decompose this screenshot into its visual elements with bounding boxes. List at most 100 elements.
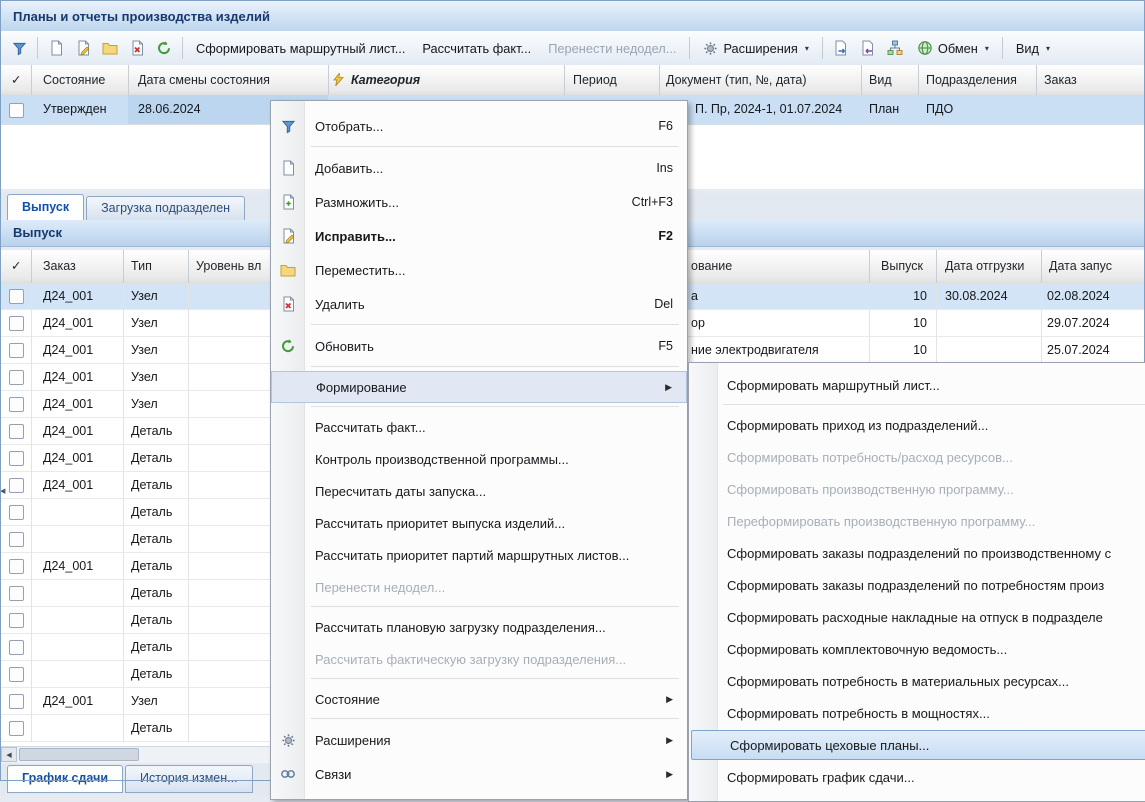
submenu-item-route-sheet[interactable]: Сформировать маршрутный лист... [689, 369, 1145, 401]
menu-item-label: Сформировать потребность в мощностях... [727, 706, 990, 721]
scroll-left-button[interactable]: ◀ [1, 747, 17, 762]
menu-item-calc-fact[interactable]: Рассчитать факт... [271, 411, 687, 443]
row-checkbox[interactable] [9, 613, 24, 628]
row-checkbox[interactable] [9, 478, 24, 493]
column-header-qty[interactable]: Выпуск [881, 250, 923, 283]
cell-type: Узел [131, 337, 158, 363]
submenu-item-dept-orders-by-production[interactable]: Сформировать заказы подразделений по про… [689, 537, 1145, 569]
extensions-button[interactable]: Расширения▾ [696, 37, 815, 60]
menu-item-formation[interactable]: Формирование ▶ [271, 371, 687, 403]
row-checkbox[interactable] [9, 667, 24, 682]
row-checkbox[interactable] [9, 451, 24, 466]
row-checkbox[interactable] [9, 316, 24, 331]
menu-item-filter[interactable]: Отобрать... F6 [271, 109, 687, 143]
column-header-check[interactable]: ✓ [11, 250, 21, 283]
view-button[interactable]: Вид▾ [1009, 37, 1057, 60]
row-checkbox[interactable] [9, 289, 24, 304]
splitter-collapse-button[interactable]: ◀ [0, 483, 10, 499]
menu-item-label: Добавить... [315, 161, 383, 176]
exchange-button[interactable]: Обмен▾ [910, 36, 996, 60]
column-header-name[interactable]: ование [691, 250, 732, 283]
column-header-order[interactable]: Заказ [1044, 65, 1077, 95]
submenu-item-material-demand[interactable]: Сформировать потребность в материальных … [689, 665, 1145, 697]
column-header-level[interactable]: Уровень вл [196, 250, 261, 283]
column-header-launch-date[interactable]: Дата запус [1049, 250, 1112, 283]
row-checkbox[interactable] [9, 721, 24, 736]
menu-item-links[interactable]: Связи ▶ [271, 757, 687, 791]
row-checkbox[interactable] [9, 694, 24, 709]
submenu-item-income-from-departments[interactable]: Сформировать приход из подразделений... [689, 409, 1145, 441]
menu-item-label: Размножить... [315, 195, 399, 210]
delete-button[interactable] [125, 36, 149, 60]
column-header-check[interactable]: ✓ [11, 65, 21, 95]
tab-load-departments[interactable]: Загрузка подразделен [86, 196, 245, 220]
cell-type: Деталь [131, 445, 172, 471]
menu-item-recalc-launch-dates[interactable]: Пересчитать даты запуска... [271, 475, 687, 507]
row-checkbox[interactable] [9, 397, 24, 412]
menu-item-move[interactable]: Переместить... [271, 253, 687, 287]
column-header-order[interactable]: Заказ [43, 250, 76, 283]
menu-item-add[interactable]: Добавить... Ins [271, 151, 687, 185]
refresh-button[interactable] [152, 36, 176, 60]
row-checkbox[interactable] [9, 640, 24, 655]
submenu-item-production-program[interactable]: Сформировать производственную программу.… [689, 473, 1145, 505]
column-divider [861, 65, 862, 95]
column-header-type[interactable]: Тип [131, 250, 152, 283]
calc-fact-label: Рассчитать факт... [422, 41, 531, 56]
submenu-item-reform-production-program[interactable]: Переформировать производственную програм… [689, 505, 1145, 537]
menu-item-delete[interactable]: Удалить Del [271, 287, 687, 321]
menu-item-move-backlog[interactable]: Перенести недодел... [271, 571, 687, 603]
folder-move-icon [102, 41, 118, 55]
submenu-item-dept-orders-by-demand[interactable]: Сформировать заказы подразделений по пот… [689, 569, 1145, 601]
menu-item-calc-actual-load[interactable]: Рассчитать фактическую загрузку подразде… [271, 643, 687, 675]
column-header-category[interactable]: Категория [351, 65, 420, 95]
menu-item-calc-product-priority[interactable]: Рассчитать приоритет выпуска изделий... [271, 507, 687, 539]
tab-delivery-schedule[interactable]: График сдачи [7, 765, 123, 793]
submenu-item-delivery-schedule[interactable]: Сформировать график сдачи... [689, 761, 1145, 793]
submenu-item-picking-list[interactable]: Сформировать комплектовочную ведомость..… [689, 633, 1145, 665]
import-document-button[interactable] [856, 36, 880, 60]
menu-item-calc-batch-priority[interactable]: Рассчитать приоритет партий маршрутных л… [271, 539, 687, 571]
row-checkbox[interactable] [9, 505, 24, 520]
menu-item-program-control[interactable]: Контроль производственной программы... [271, 443, 687, 475]
submenu-arrow-icon: ▶ [665, 382, 672, 393]
filter-button[interactable] [7, 36, 31, 60]
tab-change-history[interactable]: История измен... [125, 765, 253, 793]
row-checkbox[interactable] [9, 103, 24, 118]
cell-order: Д24_001 [43, 445, 93, 471]
menu-item-edit[interactable]: Исправить... F2 [271, 219, 687, 253]
menu-item-refresh[interactable]: Обновить F5 [271, 329, 687, 363]
menu-item-duplicate[interactable]: Размножить... Ctrl+F3 [271, 185, 687, 219]
submenu-item-expense-invoices[interactable]: Сформировать расходные накладные на отпу… [689, 601, 1145, 633]
column-header-ship-date[interactable]: Дата отгрузки [945, 250, 1024, 283]
submenu-item-capacity-demand[interactable]: Сформировать потребность в мощностях... [689, 697, 1145, 729]
column-header-state[interactable]: Состояние [43, 65, 105, 95]
row-checkbox[interactable] [9, 586, 24, 601]
submenu-item-shop-plans[interactable]: Сформировать цеховые планы... [691, 730, 1145, 760]
column-header-document[interactable]: Документ (тип, №, дата) [666, 65, 807, 95]
edit-button[interactable] [71, 36, 95, 60]
column-header-departments[interactable]: Подразделения [926, 65, 1017, 95]
submenu-item-resource-demand[interactable]: Сформировать потребность/расход ресурсов… [689, 441, 1145, 473]
tab-output[interactable]: Выпуск [7, 194, 84, 221]
row-checkbox[interactable] [9, 343, 24, 358]
menu-item-extensions[interactable]: Расширения ▶ [271, 723, 687, 757]
menu-item-state[interactable]: Состояние ▶ [271, 683, 687, 715]
menu-item-calc-planned-load[interactable]: Рассчитать плановую загрузку подразделен… [271, 611, 687, 643]
add-button[interactable] [44, 36, 68, 60]
column-header-kind[interactable]: Вид [869, 65, 892, 95]
row-checkbox[interactable] [9, 370, 24, 385]
structure-button[interactable] [883, 36, 907, 60]
column-header-period[interactable]: Период [573, 65, 617, 95]
row-checkbox[interactable] [9, 559, 24, 574]
calc-fact-button[interactable]: Рассчитать факт... [415, 37, 538, 60]
menu-item-label: Переместить... [315, 263, 405, 278]
move-backlog-button[interactable]: Перенести недодел... [541, 37, 683, 60]
move-button[interactable] [98, 36, 122, 60]
row-checkbox[interactable] [9, 532, 24, 547]
column-header-state-date[interactable]: Дата смены состояния [138, 65, 270, 95]
row-checkbox[interactable] [9, 424, 24, 439]
form-route-sheet-button[interactable]: Сформировать маршрутный лист... [189, 37, 412, 60]
export-document-button[interactable] [829, 36, 853, 60]
scrollbar-thumb[interactable] [19, 748, 139, 761]
